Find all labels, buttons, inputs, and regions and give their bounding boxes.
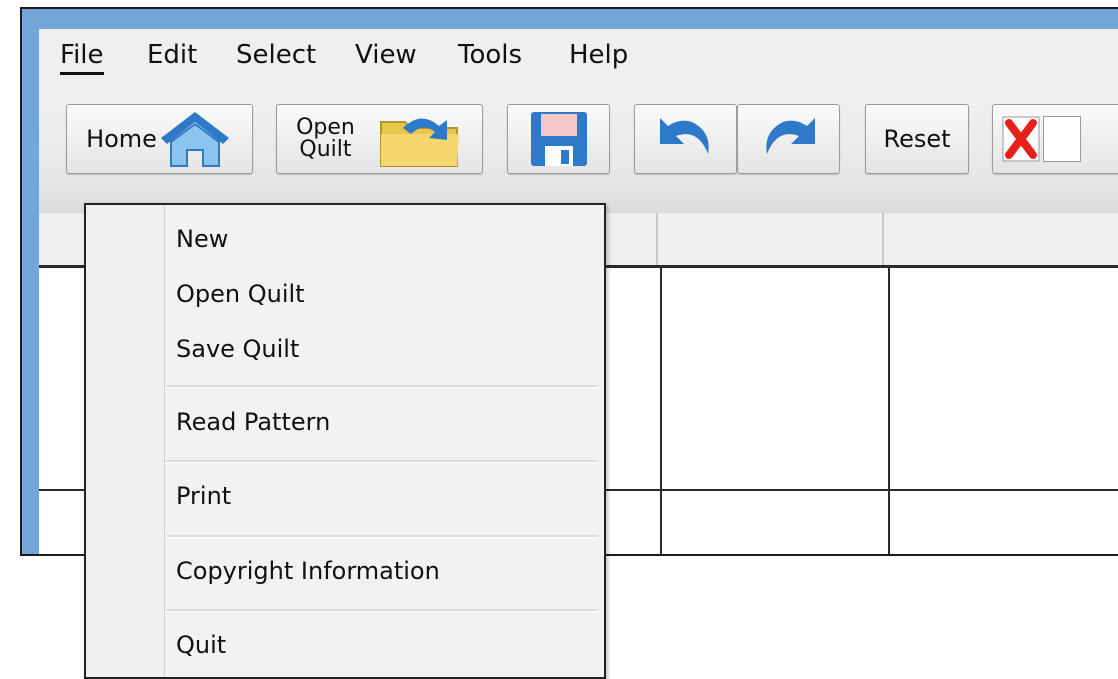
folder-icon: [379, 118, 459, 167]
open-label-line1: Open: [296, 115, 355, 140]
grid-column-line: [888, 268, 890, 554]
menu-help[interactable]: Help: [569, 40, 628, 70]
menu-bar: File Edit Select View Tools Help: [39, 29, 1118, 89]
menu-item-quit[interactable]: Quit: [176, 631, 226, 659]
home-icon: [160, 112, 229, 167]
blank-box: [1043, 116, 1081, 162]
open-label-line2: Quilt: [299, 137, 352, 162]
close-icon: [1002, 116, 1040, 162]
menu-tools[interactable]: Tools: [458, 40, 522, 70]
open-quilt-button[interactable]: Open Quilt: [276, 104, 483, 174]
grid-column-line: [660, 268, 662, 554]
undo-button[interactable]: [634, 104, 737, 174]
save-icon: [530, 112, 587, 166]
menu-separator: [166, 385, 598, 388]
menu-item-read-pattern[interactable]: Read Pattern: [176, 408, 330, 436]
file-menu-dropdown: New Open Quilt Save Quilt Read Pattern P…: [84, 203, 606, 679]
menu-view[interactable]: View: [355, 40, 417, 70]
home-label: Home: [86, 125, 157, 153]
reset-label: Reset: [883, 125, 951, 153]
menu-select[interactable]: Select: [236, 40, 316, 70]
redo-button[interactable]: [737, 104, 840, 174]
menu-item-copyright-information[interactable]: Copyright Information: [176, 557, 440, 585]
menu-edit[interactable]: Edit: [147, 40, 197, 70]
close-button[interactable]: [992, 104, 1118, 174]
reset-button[interactable]: Reset: [865, 104, 969, 174]
open-quilt-label: Open Quilt: [296, 117, 355, 161]
menu-separator: [166, 535, 598, 538]
menu-item-new[interactable]: New: [176, 225, 228, 253]
menu-separator: [166, 609, 598, 612]
grid-header-divider: [656, 213, 658, 265]
menu-separator: [166, 460, 598, 463]
home-button[interactable]: Home: [66, 104, 253, 174]
grid-header-divider: [882, 213, 884, 265]
redo-icon: [765, 118, 815, 154]
menu-item-open-quilt[interactable]: Open Quilt: [176, 280, 305, 308]
menu-file[interactable]: File: [60, 40, 104, 75]
menu-icon-gutter: [86, 205, 165, 677]
menu-item-print[interactable]: Print: [176, 482, 231, 510]
menu-item-save-quilt[interactable]: Save Quilt: [176, 335, 299, 363]
save-button[interactable]: [507, 104, 610, 174]
toolbar: Home Open Quilt Reset: [39, 89, 1118, 213]
undo-icon: [659, 118, 709, 154]
